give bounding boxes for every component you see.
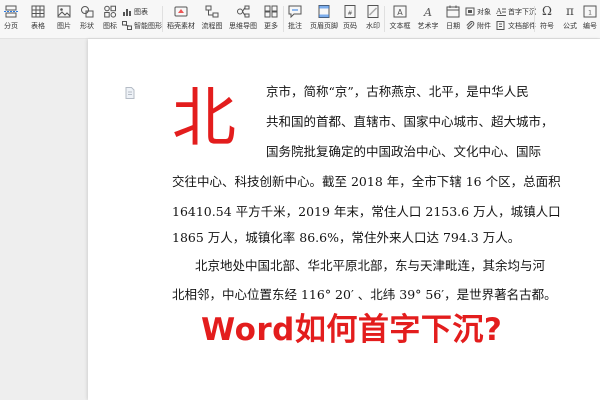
more-icon xyxy=(264,5,278,18)
date-button[interactable]: 日期 xyxy=(444,2,462,36)
watermark-icon xyxy=(366,5,380,18)
smart-graphic-icon xyxy=(122,21,132,30)
page-break-button[interactable]: 分页 xyxy=(2,2,20,36)
header-footer-icon xyxy=(317,5,331,18)
picture-icon xyxy=(57,5,71,18)
svg-text:A: A xyxy=(397,8,403,17)
svg-text:A: A xyxy=(496,7,502,16)
textbox-button[interactable]: A 文本框 xyxy=(387,2,413,36)
overlay-caption: Word如何首字下沉? xyxy=(201,312,503,348)
comment-button[interactable]: 批注 xyxy=(286,2,304,36)
more-button[interactable]: 更多 xyxy=(262,2,280,36)
smart-graphic-button[interactable]: 智能图形 xyxy=(122,20,162,31)
docer-material-button[interactable]: 稻壳素材 xyxy=(166,2,196,36)
toolbar-divider xyxy=(534,6,535,32)
comment-icon xyxy=(288,5,302,18)
date-icon xyxy=(446,5,460,18)
header-footer-button[interactable]: 页眉页脚 xyxy=(309,2,339,36)
flowchart-button[interactable]: 流程图 xyxy=(200,2,224,36)
text-line: 16410.54 平方千米，2019 年末，常住人口 2153.6 万人，城镇人… xyxy=(172,204,561,219)
page-number-button[interactable]: # 页码 xyxy=(340,2,360,36)
attachment-icon xyxy=(465,21,475,30)
object-icon xyxy=(465,7,475,16)
formula-icon: π xyxy=(566,4,574,18)
insert-ribbon: 分页 表格 图片 形状 图标 图表 智能图形 稻壳素材 流程图 思维导图 更多 … xyxy=(0,0,600,39)
toolbar-divider xyxy=(283,6,284,32)
shapes-icon xyxy=(80,5,94,18)
paragraph-doc-icon xyxy=(125,87,135,99)
toolbar-divider xyxy=(384,6,385,32)
numbering-button[interactable]: 1 编号 xyxy=(581,2,599,36)
dropcap-button[interactable]: A 首字下沉 xyxy=(496,6,536,17)
svg-text:A: A xyxy=(423,6,432,18)
table-icon xyxy=(31,5,45,18)
page-number-icon: # xyxy=(343,5,357,18)
svg-text:1: 1 xyxy=(588,10,592,17)
symbol-icon: Ω xyxy=(542,4,552,18)
formula-button[interactable]: π 公式 xyxy=(560,2,580,36)
wordart-icon: A xyxy=(421,5,435,18)
text-line: 交往中心、科技创新中心。截至 2018 年，全市下辖 16 个区，总面积 xyxy=(172,174,561,189)
svg-text:#: # xyxy=(347,10,352,17)
attachment-button[interactable]: 附件 xyxy=(465,20,491,31)
mindmap-icon xyxy=(236,5,250,18)
document-workspace: 北 京市，简称“京”，古称燕京、北平，是中华人民 共和国的首都、直辖市、国家中心… xyxy=(0,39,600,400)
wordart-button[interactable]: A 艺术字 xyxy=(415,2,441,36)
text-line: 国务院批复确定的中国政治中心、文化中心、国际 xyxy=(266,144,542,159)
text-line: 京市，简称“京”，古称燕京、北平，是中华人民 xyxy=(266,84,529,99)
text-line: 共和国的首都、直辖市、国家中心城市、超大城市， xyxy=(266,114,554,129)
page-break-icon xyxy=(4,5,18,18)
dropcap-character[interactable]: 北 xyxy=(172,83,236,155)
icons-button[interactable]: 图标 xyxy=(100,2,120,36)
dropcap-icon: A xyxy=(496,7,506,16)
textbox-icon: A xyxy=(393,5,407,18)
text-line: 北相邻，中心位置东经 116° 20′ 、北纬 39° 56′，是世界著名古都。 xyxy=(172,287,557,302)
symbol-button[interactable]: Ω 符号 xyxy=(537,2,557,36)
table-button[interactable]: 表格 xyxy=(28,2,48,36)
flowchart-icon xyxy=(205,5,219,18)
mindmap-button[interactable]: 思维导图 xyxy=(228,2,258,36)
shapes-button[interactable]: 形状 xyxy=(77,2,97,36)
watermark-button[interactable]: 水印 xyxy=(363,2,383,36)
icons-icon xyxy=(103,5,117,18)
doc-parts-icon xyxy=(496,21,506,30)
numbering-icon: 1 xyxy=(583,5,597,18)
chart-button[interactable]: 图表 xyxy=(122,6,148,17)
doc-parts-button[interactable]: 文档部件 xyxy=(496,20,536,31)
picture-button[interactable]: 图片 xyxy=(54,2,74,36)
object-button[interactable]: 对象 xyxy=(465,6,491,17)
toolbar-divider xyxy=(162,6,163,32)
text-line: 1865 万人，城镇化率 86.6%，常住外来人口达 794.3 万人。 xyxy=(172,230,521,245)
chart-icon xyxy=(122,7,132,16)
docer-material-icon xyxy=(174,5,188,18)
text-line: 北京地处中国北部、华北平原北部，东与天津毗连，其余均与河 xyxy=(195,258,546,273)
